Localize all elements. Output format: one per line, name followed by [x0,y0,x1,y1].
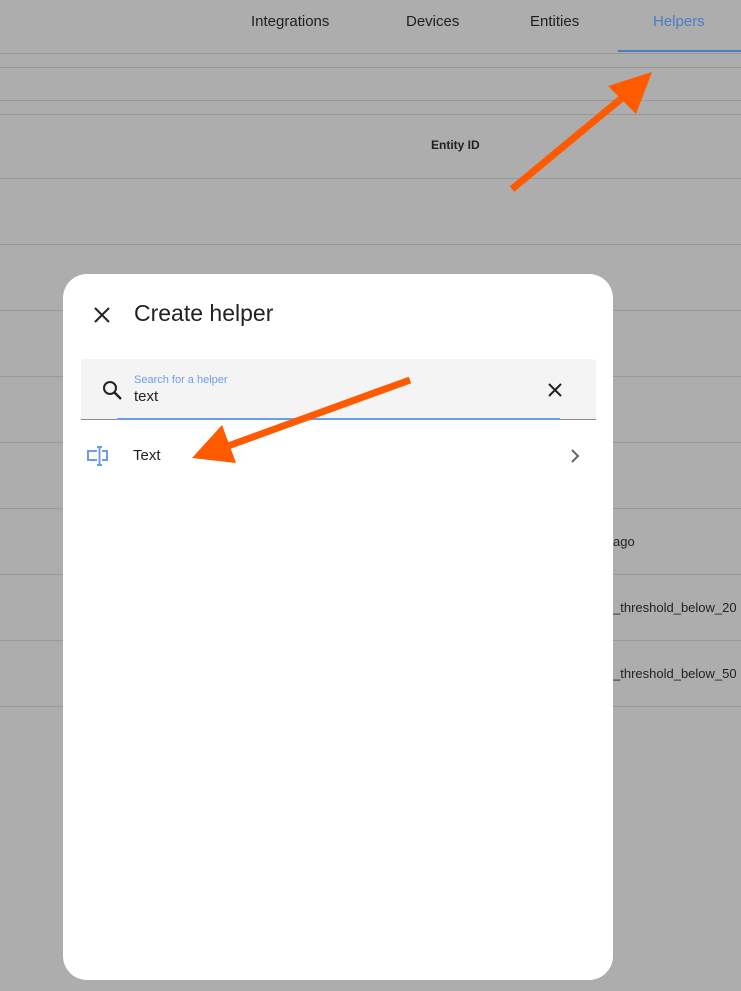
clear-search-icon[interactable] [547,382,563,398]
chevron-right-icon [571,449,580,463]
list-item-label: Text [133,447,161,464]
tab-integrations[interactable]: Integrations [251,13,329,30]
tab-helpers[interactable]: Helpers [653,13,705,30]
form-textbox-icon [87,446,108,466]
search-icon [103,381,122,400]
close-dialog-button[interactable] [91,304,113,326]
search-label: Search for a helper [134,374,228,386]
column-header-entity-id[interactable]: Entity ID [431,138,480,152]
tab-devices[interactable]: Devices [406,13,459,30]
list-item-text-helper[interactable]: Text [81,432,596,480]
search-field[interactable]: Search for a helper [81,359,596,420]
divider [0,244,741,245]
create-helper-dialog: Create helper Search for a helper Text [63,274,613,980]
divider [0,100,741,101]
search-input[interactable] [134,388,514,405]
divider [0,178,741,179]
dialog-title: Create helper [134,300,274,326]
annotation-arrow-helpers [509,72,652,192]
table-cell: _threshold_below_20 [613,600,737,615]
close-icon [94,307,110,323]
divider [0,53,741,54]
focus-underline [117,418,560,420]
divider [0,67,741,68]
active-tab-underline [618,50,741,52]
divider [0,114,741,115]
tab-entities[interactable]: Entities [530,13,579,30]
table-cell: _threshold_below_50 [613,666,737,681]
table-cell: ago [613,534,635,549]
